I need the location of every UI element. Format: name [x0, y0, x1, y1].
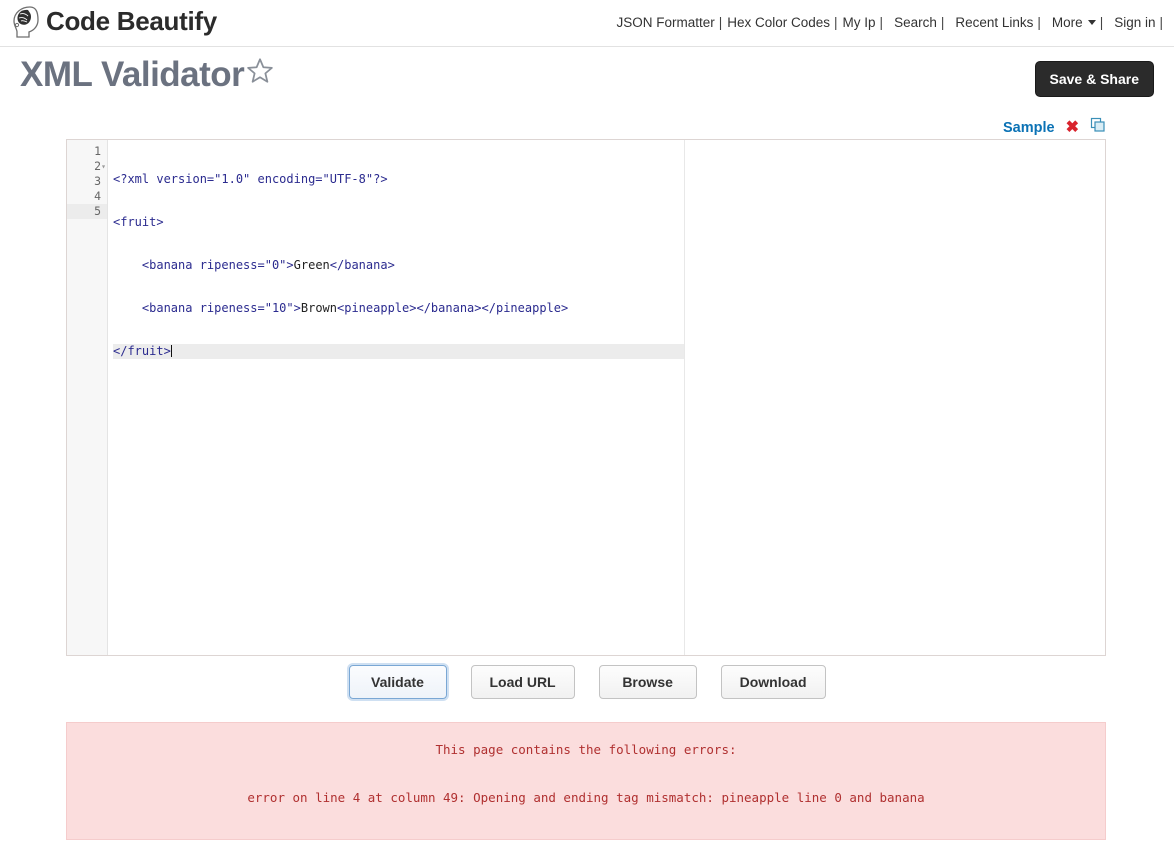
nav-separator: | — [879, 15, 884, 30]
error-panel: This page contains the following errors:… — [66, 722, 1106, 840]
nav-my-ip[interactable]: My Ip — [843, 15, 876, 30]
editor-line-number-gutter: 1 2 ▾ 3 4 5 — [67, 140, 108, 655]
brand-name: Code Beautify — [46, 5, 217, 36]
sample-link[interactable]: Sample — [1003, 120, 1055, 136]
line-number: 5 — [67, 204, 107, 219]
brand-logo-link[interactable]: Code Beautify — [8, 3, 217, 39]
nav-sign-in[interactable]: Sign in — [1114, 15, 1155, 30]
chevron-down-icon[interactable] — [1087, 20, 1096, 25]
code-token: </fruit> — [113, 344, 171, 358]
code-token: <banana ripeness="0">Green</banana> — [141, 258, 395, 272]
text-cursor — [170, 345, 172, 357]
code-line: <banana ripeness="0">Green</banana> — [113, 258, 684, 273]
line-number: 4 — [94, 189, 101, 203]
brain-head-logo-icon — [8, 3, 42, 39]
code-line: <banana ripeness="10">Brown<pineapple></… — [113, 301, 684, 316]
nav-separator: | — [718, 15, 723, 30]
output-pane[interactable] — [685, 140, 1105, 655]
validate-button[interactable]: Validate — [348, 665, 447, 699]
nav-json-formatter[interactable]: JSON Formatter — [616, 15, 714, 30]
page-title-bar: XML Validator — [0, 47, 1174, 103]
download-button[interactable]: Download — [720, 665, 826, 699]
site-header: Code Beautify JSON Formatter | Hex Color… — [0, 0, 1174, 47]
nav-search[interactable]: Search — [894, 15, 937, 30]
code-token: <?xml version="1.0" encoding="UTF-8"?> — [113, 172, 388, 186]
code-line: <?xml version="1.0" encoding="UTF-8"?> — [113, 172, 684, 187]
code-token: <banana ripeness="10">Brown<pineapple></… — [141, 301, 569, 315]
nav-separator: | — [940, 15, 945, 30]
close-x-icon[interactable]: ✖ — [1066, 119, 1079, 136]
code-token: <fruit> — [113, 215, 164, 229]
page-title: XML Validator — [20, 55, 275, 95]
nav-separator: | — [1037, 15, 1041, 30]
line-number: 3 — [94, 174, 101, 188]
nav-more[interactable]: More — [1052, 15, 1083, 30]
copy-icon[interactable] — [1090, 117, 1106, 138]
xml-editor-pane[interactable]: 1 2 ▾ 3 4 5 <?xml version="1.0" encoding=… — [67, 140, 685, 655]
nav-separator: | — [834, 15, 838, 30]
editor-container: 1 2 ▾ 3 4 5 <?xml version="1.0" encoding=… — [66, 139, 1106, 656]
nav-hex-color-codes[interactable]: Hex Color Codes — [727, 15, 830, 30]
action-button-row: Validate Load URL Browse Download — [0, 665, 1174, 699]
save-and-share-button[interactable]: Save & Share — [1034, 61, 1154, 97]
star-outline-icon[interactable] — [245, 55, 275, 95]
editor-toolbar: Sample ✖ — [1003, 117, 1106, 138]
browse-button[interactable]: Browse — [598, 665, 697, 699]
line-number: 2 ▾ — [67, 159, 107, 174]
fold-marker[interactable]: ▾ — [99, 159, 108, 174]
error-message: error on line 4 at column 49: Opening an… — [247, 790, 925, 805]
code-line: <fruit> — [113, 215, 684, 230]
code-line: </fruit> — [113, 344, 684, 359]
error-panel-title: This page contains the following errors: — [435, 742, 737, 757]
nav-separator: | — [1159, 15, 1163, 30]
top-navigation: JSON Formatter | Hex Color Codes | My Ip… — [616, 15, 1168, 30]
load-url-button[interactable]: Load URL — [470, 665, 575, 699]
nav-separator: | — [1099, 15, 1104, 30]
page-title-text: XML Validator — [20, 55, 245, 94]
xml-code-content[interactable]: <?xml version="1.0" encoding="UTF-8"?> <… — [108, 140, 684, 655]
line-number: 1 — [94, 144, 101, 158]
nav-recent-links[interactable]: Recent Links — [955, 15, 1033, 30]
